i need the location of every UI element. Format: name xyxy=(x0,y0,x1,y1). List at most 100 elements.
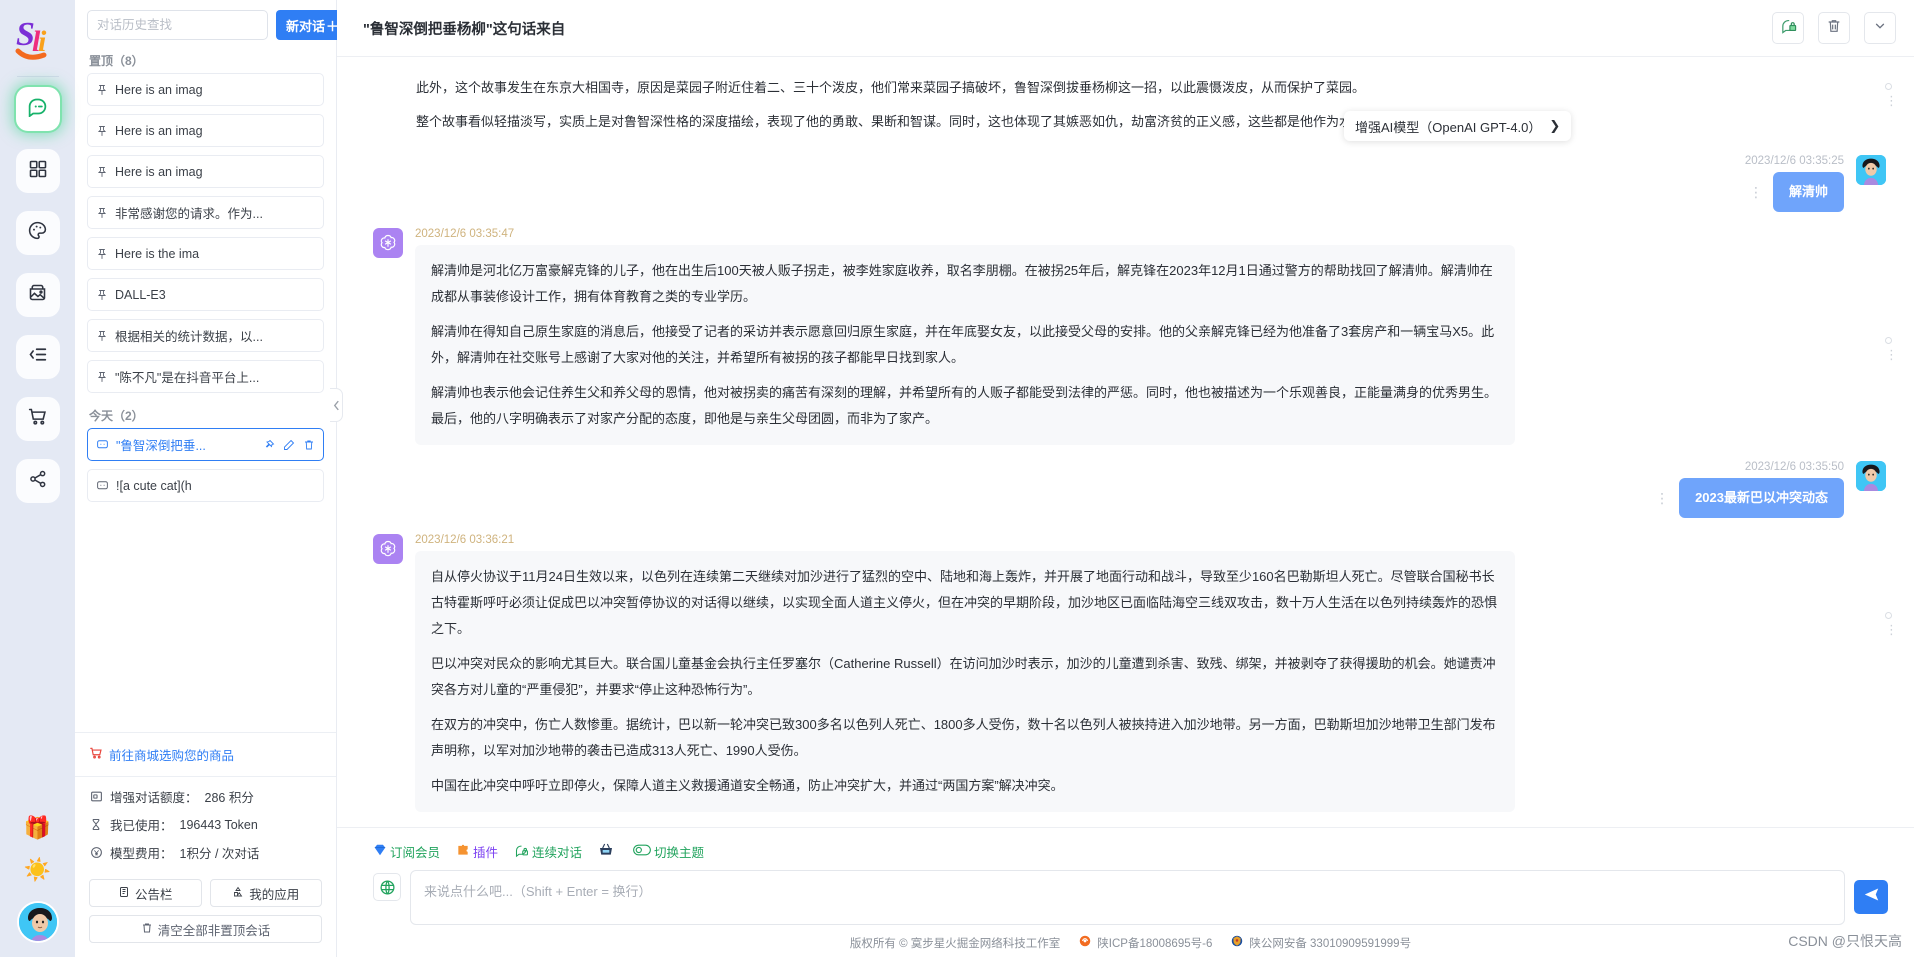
conversation-item[interactable]: Here is the ima xyxy=(87,237,324,270)
message-paragraph: 整个故事看似轻描淡写，实质上是对鲁智深性格的深度描绘，表现了他的勇敢、果断和智谋… xyxy=(416,114,1470,129)
message-actions-icon[interactable]: ⋮ xyxy=(1655,491,1670,505)
more-dots-icon[interactable]: ⋮ xyxy=(1885,348,1903,361)
conversation-actions[interactable] xyxy=(261,439,315,451)
chat-area-wrapper: 增强AI模型（OpenAI GPT-4.0） ❯ 此外，这个故事发生在东京大相国… xyxy=(337,57,1914,827)
conversation-item[interactable]: Here is an imag xyxy=(87,155,324,188)
footer: 版权所有 © 寞步星火掘金网络科技工作室 陕ICP备18008695号-6 陕公… xyxy=(373,925,1888,957)
conversation-item[interactable]: 非常感谢您的请求。作为... xyxy=(87,196,324,229)
conversation-label: DALL-E3 xyxy=(115,287,166,302)
message-paragraph: 巴以冲突对民众的影响尤其巨大。联合国儿童基金会执行主任罗塞尔（Catherine… xyxy=(431,656,1496,697)
message-input[interactable]: 来说点什么吧...（Shift + Enter = 换行） xyxy=(410,870,1845,925)
diamond-icon xyxy=(373,843,387,860)
conversation-item[interactable]: 根据相关的统计数据，以... xyxy=(87,319,324,352)
pin-icon xyxy=(96,289,108,301)
yen-coin-icon xyxy=(89,846,103,859)
my-apps-label: 我的应用 xyxy=(249,887,300,902)
pin-icon xyxy=(96,166,108,178)
bookmark-dot-icon[interactable] xyxy=(1885,337,1892,344)
user-avatar-rail[interactable] xyxy=(16,901,59,943)
basket-icon xyxy=(598,842,614,861)
message-timestamp: 2023/12/6 03:36:21 xyxy=(415,534,515,546)
icon-rail: S l i 🎁 ☀️ xyxy=(0,0,75,957)
message-paragraph: 此外，这个故事发生在东京大相国寺，原因是菜园子附近住着二、三十个泼皮，他们常来菜… xyxy=(416,80,1366,95)
watermark: CSDN @只恨天高 xyxy=(1788,933,1902,949)
theme-sun-icon[interactable]: ☀️ xyxy=(24,859,51,881)
plugins-button[interactable]: 插件 xyxy=(456,842,498,861)
toggle-icon xyxy=(633,843,651,860)
icp-link[interactable]: 陕ICP备18008695号-6 xyxy=(1078,934,1212,951)
sidebar-item-drawing[interactable] xyxy=(15,211,60,255)
rail-divider xyxy=(16,76,59,77)
conversation-label: Here is an imag xyxy=(115,164,203,179)
conversation-item[interactable]: "鲁智深倒把垂... xyxy=(87,428,324,461)
conversation-label: "鲁智深倒把垂... xyxy=(116,439,206,453)
pin-icon xyxy=(96,330,108,342)
user-avatar xyxy=(1856,461,1886,491)
bookmark-dot-icon[interactable] xyxy=(1885,612,1892,619)
subscribe-member-button[interactable]: 订阅会员 xyxy=(373,842,440,861)
chat-message: 2023/12/6 03:35:47 解清帅是河北亿万富豪解克锋的儿子，他在出生… xyxy=(373,228,1886,445)
pin-icon[interactable] xyxy=(263,439,275,451)
announcement-button[interactable]: 公告栏 xyxy=(89,879,202,907)
send-button[interactable] xyxy=(1854,880,1888,914)
police-link[interactable]: 陕公网安备 33010909591999号 xyxy=(1230,934,1411,951)
chevron-right-icon: ❯ xyxy=(1549,118,1561,133)
switch-theme-button[interactable]: 切换主题 xyxy=(633,842,704,861)
apps-small-icon xyxy=(232,886,244,901)
sidebar-collapse-handle[interactable] xyxy=(330,388,343,422)
sidebar-item-gallery[interactable] xyxy=(15,273,60,317)
sidebar-item-chat[interactable] xyxy=(15,87,60,131)
message-bubble: 自从停火协议于11月24日生效以来，以色列在连续第二天继续对加沙进行了猛烈的空中… xyxy=(415,551,1515,812)
gift-icon[interactable]: 🎁 xyxy=(24,817,51,839)
bookmark-dot-icon[interactable] xyxy=(1885,83,1892,90)
shop-link[interactable]: 前往商城选购您的商品 xyxy=(75,732,336,776)
new-chat-label: 新对话 xyxy=(286,18,326,34)
private-chat-button[interactable] xyxy=(1772,12,1804,44)
my-apps-button[interactable]: 我的应用 xyxy=(209,879,322,907)
police-text: 陕公网安备 33010909591999号 xyxy=(1249,937,1412,950)
conversation-label: ![a cute cat](h xyxy=(116,478,192,493)
edit-icon[interactable] xyxy=(283,439,295,451)
continuous-chat-button[interactable]: 连续对话 xyxy=(514,842,582,861)
stat-label: 模型费用： xyxy=(110,847,173,861)
conversation-item[interactable]: DALL-E3 xyxy=(87,278,324,311)
more-options-button[interactable] xyxy=(1864,12,1896,44)
more-dots-icon[interactable]: ⋮ xyxy=(1885,94,1903,107)
more-dots-icon[interactable]: ⋮ xyxy=(1885,623,1903,636)
conversation-item[interactable]: Here is an imag xyxy=(87,114,324,147)
conversation-item[interactable]: Here is an imag xyxy=(87,73,324,106)
app-logo[interactable]: S l i xyxy=(8,8,68,70)
message-column: 2023/12/6 03:36:21 自从停火协议于11月24日生效以来，以色列… xyxy=(415,534,1515,812)
chat-message: 2023/12/6 03:36:21 自从停火协议于11月24日生效以来，以色列… xyxy=(373,534,1886,812)
message-hover-marks[interactable]: ⋮ xyxy=(1885,612,1903,636)
chat-messages[interactable]: 此外，这个故事发生在东京大相国寺，原因是菜园子附近住着二、三十个泼皮，他们常来菜… xyxy=(337,57,1914,827)
plugin-globe-icon[interactable] xyxy=(373,873,401,901)
basket-button[interactable] xyxy=(598,842,617,861)
message-actions-icon[interactable]: ⋮ xyxy=(1749,185,1764,199)
model-selector-label: 增强AI模型（OpenAI GPT-4.0） xyxy=(1355,119,1542,135)
model-selector[interactable]: 增强AI模型（OpenAI GPT-4.0） ❯ xyxy=(1344,111,1572,141)
conversation-item[interactable]: "陈不凡"是在抖音平台上... xyxy=(87,360,324,393)
search-input[interactable] xyxy=(87,10,268,40)
message-timestamp: 2023/12/6 03:35:25 xyxy=(1744,155,1844,167)
delete-chat-button[interactable] xyxy=(1818,12,1850,44)
clear-all-button[interactable]: 清空全部非置顶会话 xyxy=(89,915,322,943)
chat-lock-icon xyxy=(1780,17,1797,39)
sidebar-item-apps[interactable] xyxy=(15,149,60,193)
conversation-sidebar: 新对话 ＋ 置顶（8） Here is an imagHere is an im… xyxy=(75,0,350,957)
indent-list-icon xyxy=(27,344,48,370)
delete-icon[interactable] xyxy=(303,439,315,451)
pin-icon xyxy=(96,207,108,219)
message-hover-marks[interactable]: ⋮ xyxy=(1885,337,1903,361)
conversation-item[interactable]: ![a cute cat](h xyxy=(87,469,324,502)
sidebar-item-store[interactable] xyxy=(15,397,60,441)
stat-row: 增强对话额度： 286 积分 xyxy=(89,787,322,806)
sidebar-item-share[interactable] xyxy=(15,459,60,503)
app-root: S l i 🎁 ☀️ 对话历史查找 新对话 ＋ 置顶（8） Here is an… xyxy=(0,0,1914,957)
conversation-list[interactable]: Here is an imag Here is an imag Here is an… xyxy=(75,73,336,732)
sidebar-item-prompts[interactable] xyxy=(15,335,60,379)
message-hover-marks[interactable]: ⋮ xyxy=(1885,83,1903,107)
bubble-row: ⋮ 解清帅 xyxy=(1749,172,1844,212)
switch-theme-label: 切换主题 xyxy=(654,846,705,860)
main-panel: "鲁智深倒把垂杨柳"这句话来自 增强AI模型（OpenAI GPT-4.0） ❯… xyxy=(337,0,1914,957)
